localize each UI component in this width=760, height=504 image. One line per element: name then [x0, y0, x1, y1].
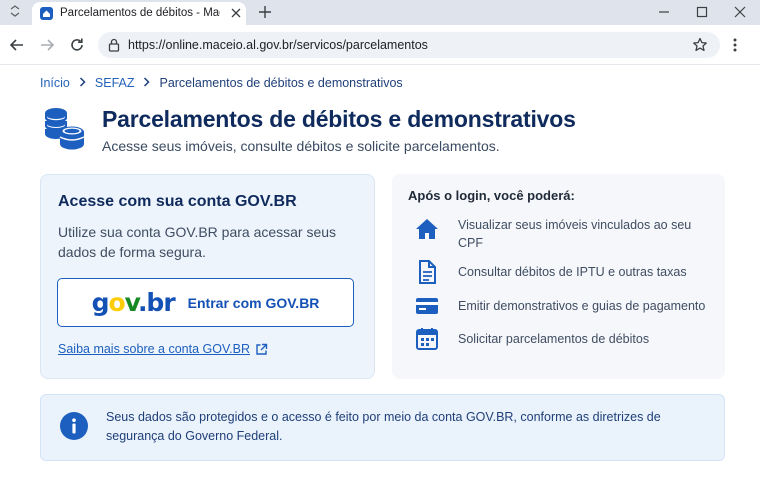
external-link-icon	[256, 343, 268, 355]
home-icon	[414, 216, 440, 242]
new-tab-icon[interactable]	[256, 3, 274, 21]
info-banner: Seus dados são protegidos e o acesso é f…	[40, 394, 725, 461]
chevron-right-icon	[143, 76, 151, 90]
feature-label: Visualizar seus imóveis vinculados ao se…	[458, 218, 692, 250]
features-card: Após o login, você poderá: Visualizar se…	[392, 174, 725, 379]
feature-label: Solicitar parcelamentos de débitos	[458, 332, 650, 346]
maximize-icon[interactable]	[693, 3, 711, 21]
browser-toolbar: https://online.maceio.al.gov.br/servicos…	[0, 25, 760, 65]
govbr-logo: gov.br	[91, 288, 176, 317]
tab-search-icon[interactable]	[8, 5, 22, 19]
page-subtitle: Acesse seus imóveis, consulte débitos e …	[102, 138, 500, 154]
document-icon	[414, 259, 440, 285]
tab-close-icon[interactable]	[228, 5, 244, 21]
address-bar[interactable]: https://online.maceio.al.gov.br/servicos…	[98, 32, 720, 58]
bookmark-star-icon[interactable]	[692, 37, 708, 53]
close-window-icon[interactable]	[731, 3, 749, 21]
govbr-login-button[interactable]: gov.br Entrar com GOV.BR	[57, 278, 354, 327]
feature-label: Consultar débitos de IPTU e outras taxas	[458, 265, 687, 279]
breadcrumb-home-link[interactable]: Início	[40, 76, 70, 90]
browser-tab-bar: Parcelamentos de débitos - Maceió	[0, 0, 760, 25]
coins-icon	[42, 106, 88, 150]
url-text[interactable]: https://online.maceio.al.gov.br/servicos…	[128, 38, 428, 52]
feature-label: Emitir demonstrativos e guias de pagamen…	[458, 299, 706, 313]
info-text: Seus dados são protegidos e o acesso é f…	[106, 410, 661, 443]
browser-tab[interactable]: Parcelamentos de débitos - Maceió	[32, 2, 246, 25]
reload-icon[interactable]	[68, 36, 86, 54]
lock-icon[interactable]	[108, 38, 120, 52]
forward-icon[interactable]	[38, 36, 56, 54]
favicon-icon	[40, 7, 53, 20]
govbr-login-label: Entrar com GOV.BR	[187, 294, 320, 311]
login-card-description: Utilize sua conta GOV.BR para acessar se…	[58, 224, 337, 260]
tab-title: Parcelamentos de débitos - Maceió	[60, 7, 220, 19]
features-card-title: Após o login, você poderá:	[408, 188, 575, 203]
chevron-right-icon	[79, 76, 86, 90]
calendar-icon	[414, 326, 440, 352]
minimize-icon[interactable]	[655, 3, 673, 21]
page-title: Parcelamentos de débitos e demonstrativo…	[102, 106, 576, 132]
card-icon	[414, 293, 440, 319]
learn-more-link[interactable]: Saiba mais sobre a conta GOV.BR	[58, 342, 268, 356]
learn-more-label: Saiba mais sobre a conta GOV.BR	[58, 342, 250, 356]
breadcrumb-current: Parcelamentos de débitos e demonstrativo…	[159, 76, 403, 90]
login-card-title: Acesse com sua conta GOV.BR	[58, 193, 297, 210]
back-icon[interactable]	[8, 36, 26, 54]
breadcrumb-sefaz-link[interactable]: SEFAZ	[95, 76, 135, 90]
login-card: Acesse com sua conta GOV.BR Utilize sua …	[40, 174, 375, 379]
info-icon	[60, 412, 88, 440]
browser-menu-icon[interactable]	[730, 37, 740, 53]
breadcrumb: Início SEFAZ Parcelamentos de débitos e …	[40, 76, 403, 90]
